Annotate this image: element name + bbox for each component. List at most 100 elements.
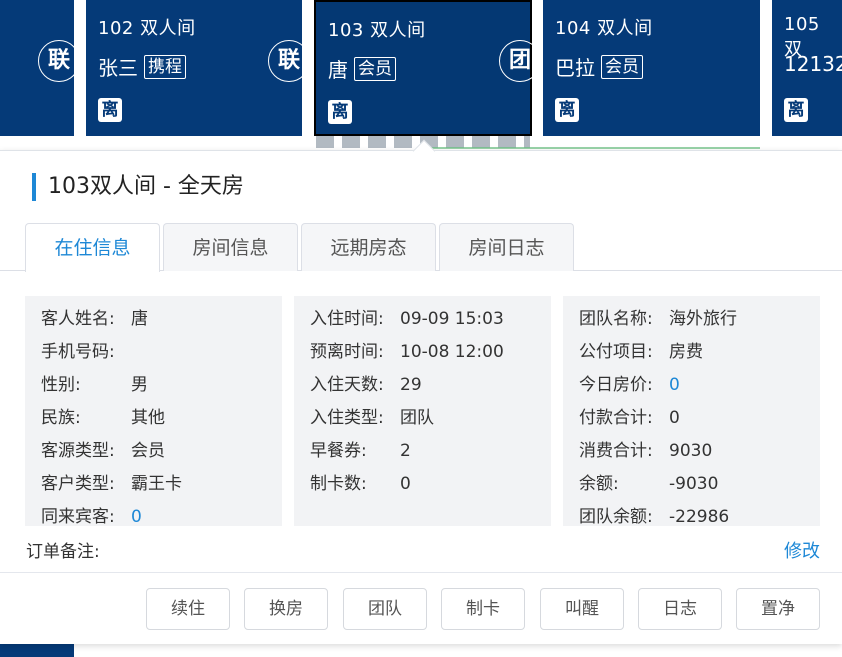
leave-badge: 离 <box>555 98 579 122</box>
source-tag: 会员 <box>601 54 643 79</box>
tab-room-info[interactable]: 房间信息 <box>163 223 298 271</box>
info-row: 入住时间: 09-09 15:03 <box>310 303 551 336</box>
order-remark-label: 订单备注: <box>26 542 100 562</box>
field-value: 会员 <box>131 441 165 461</box>
field-value: 2 <box>400 441 411 461</box>
field-value: 唐 <box>131 309 148 329</box>
info-row: 团队名称: 海外旅行 <box>579 303 820 336</box>
guest-line: 张三 携程 <box>98 52 186 81</box>
room-card-105[interactable]: 105 双 12132 离 <box>772 0 842 136</box>
source-tag: 携程 <box>144 54 186 79</box>
group-button[interactable]: 团队 <box>343 588 427 630</box>
leave-badge: 离 <box>328 100 352 124</box>
field-label: 余额: <box>579 474 619 494</box>
tab-stay-info[interactable]: 在住信息 <box>25 223 160 272</box>
info-row: 付款合计: 0 <box>579 402 820 435</box>
info-row: 性别: 男 <box>41 369 282 402</box>
leave-badge: 离 <box>784 98 808 122</box>
field-value: 0 <box>400 474 411 494</box>
field-value: 9030 <box>669 441 713 461</box>
field-value: 男 <box>131 375 148 395</box>
info-row: 消费合计: 9030 <box>579 435 820 468</box>
info-row: 预离时间: 10-08 12:00 <box>310 336 551 369</box>
field-value: 海外旅行 <box>669 309 737 329</box>
status-strip <box>430 147 760 149</box>
linked-room-badge: 联 <box>268 40 310 82</box>
guest-line: 12132 <box>784 52 842 76</box>
field-label: 早餐券: <box>310 441 367 461</box>
field-label: 客人姓名: <box>41 309 115 329</box>
room-title: 102 双人间 <box>98 18 196 39</box>
tab-future-status[interactable]: 远期房态 <box>301 223 436 271</box>
tab-room-log[interactable]: 房间日志 <box>439 223 574 271</box>
detail-tabs: 在住信息 房间信息 远期房态 房间日志 <box>0 223 842 272</box>
info-row: 客户类型: 霸王卡 <box>41 468 282 501</box>
field-label: 客户类型: <box>41 474 115 494</box>
guest-name: 张三 <box>98 56 138 80</box>
edit-remark-link[interactable]: 修改 <box>784 537 820 563</box>
field-value: 其他 <box>131 408 165 428</box>
make-card-button[interactable]: 制卡 <box>441 588 525 630</box>
info-row: 手机号码: <box>41 336 282 369</box>
field-label: 公付项目: <box>579 342 653 362</box>
info-row: 团队余额: -22986 <box>579 501 820 534</box>
field-value: 房费 <box>669 342 703 362</box>
guest-line: 巴拉 会员 <box>555 52 643 81</box>
action-bar: 续住 换房 团队 制卡 叫醒 日志 置净 <box>0 572 842 645</box>
info-row: 今日房价: 0 <box>579 369 820 402</box>
wake-up-call-button[interactable]: 叫醒 <box>540 588 624 630</box>
info-row: 客源类型: 会员 <box>41 435 282 468</box>
field-label: 性别: <box>41 375 81 395</box>
field-label: 入住类型: <box>310 408 384 428</box>
guest-line: 唐 会员 <box>328 54 396 83</box>
field-label: 今日房价: <box>579 375 653 395</box>
field-label: 预离时间: <box>310 342 384 362</box>
log-button[interactable]: 日志 <box>638 588 722 630</box>
field-label: 手机号码: <box>41 342 115 362</box>
billing-info-column: 团队名称: 海外旅行 公付项目: 房费 今日房价: 0 付款合计: 0 消费合计: 903… <box>563 296 820 527</box>
info-row: 民族: 其他 <box>41 402 282 435</box>
companions-link[interactable]: 0 <box>131 501 142 534</box>
field-value: -22986 <box>669 507 730 527</box>
info-row: 余额: -9030 <box>579 468 820 501</box>
info-row: 公付项目: 房费 <box>579 336 820 369</box>
leave-badge: 离 <box>98 98 122 122</box>
info-row: 同来宾客: 0 <box>41 501 282 534</box>
stay-info-column: 入住时间: 09-09 15:03 预离时间: 10-08 12:00 入住天数: 2… <box>294 296 551 526</box>
field-value: -9030 <box>669 474 719 494</box>
room-status-view: 102 双人间 张三 携程 离 103 双人间 唐 会员 离 104 双人间 巴… <box>0 0 842 657</box>
field-value: 09-09 15:03 <box>400 309 504 329</box>
info-row: 入住天数: 29 <box>310 369 551 402</box>
field-value: 10-08 12:00 <box>400 342 504 362</box>
mark-clean-button[interactable]: 置净 <box>736 588 820 630</box>
room-title: 104 双人间 <box>555 18 653 39</box>
room-card-104[interactable]: 104 双人间 巴拉 会员 离 <box>543 0 760 136</box>
field-label: 客源类型: <box>41 441 115 461</box>
field-label: 制卡数: <box>310 474 367 494</box>
room-card-edge <box>0 644 74 657</box>
field-label: 消费合计: <box>579 441 653 461</box>
field-label: 同来宾客: <box>41 507 115 527</box>
field-label: 入住时间: <box>310 309 384 329</box>
room-detail-popover: 103双人间 - 全天房 在住信息 房间信息 远期房态 房间日志 客人姓名: 唐 … <box>0 150 842 644</box>
info-row: 客人姓名: 唐 <box>41 303 282 336</box>
info-row: 早餐券: 2 <box>310 435 551 468</box>
field-value: 0 <box>669 408 680 428</box>
popover-title: 103双人间 - 全天房 <box>32 173 244 201</box>
info-row: 制卡数: 0 <box>310 468 551 501</box>
info-row: 入住类型: 团队 <box>310 402 551 435</box>
field-value: 霸王卡 <box>131 474 182 494</box>
linked-room-badge: 联 <box>38 40 80 82</box>
source-tag: 会员 <box>354 56 396 81</box>
field-label: 入住天数: <box>310 375 384 395</box>
room-title: 103 双人间 <box>328 20 426 41</box>
field-value: 团队 <box>400 408 434 428</box>
extend-stay-button[interactable]: 续住 <box>146 588 230 630</box>
guest-name: 巴拉 <box>555 56 595 80</box>
change-room-button[interactable]: 换房 <box>244 588 328 630</box>
field-value: 29 <box>400 375 422 395</box>
room-rate-link[interactable]: 0 <box>669 369 680 402</box>
field-label: 团队余额: <box>579 507 653 527</box>
field-label: 付款合计: <box>579 408 653 428</box>
field-label: 民族: <box>41 408 81 428</box>
